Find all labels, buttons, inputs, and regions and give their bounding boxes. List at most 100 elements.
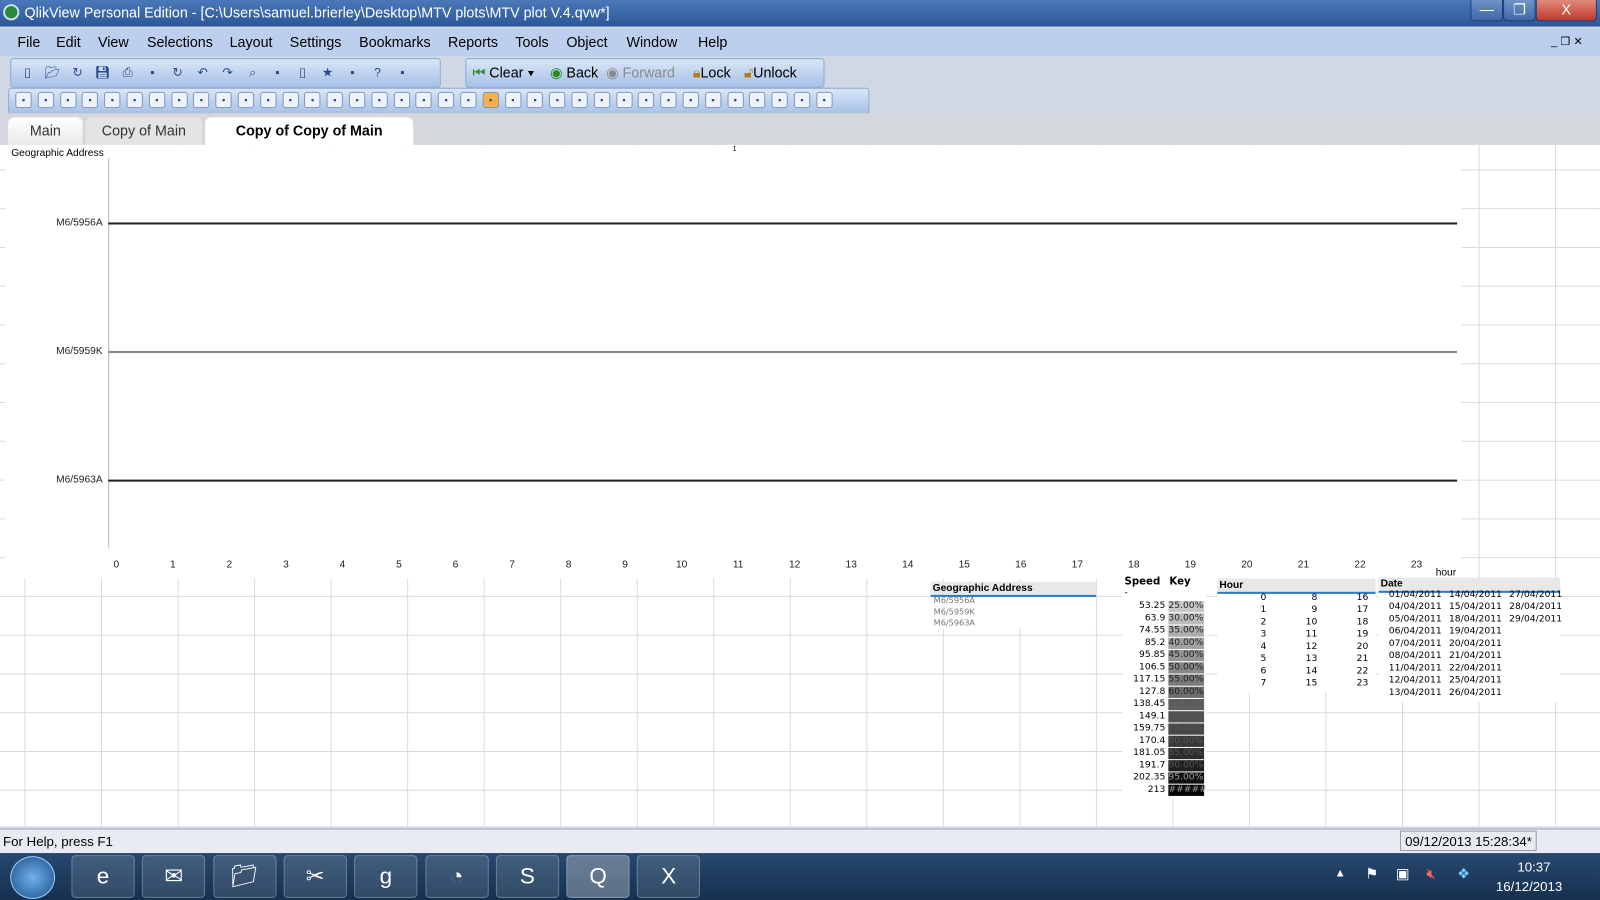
menu-selections[interactable]: Selections: [147, 34, 213, 50]
custom-object-icon[interactable]: ▪: [415, 91, 433, 109]
hour-item[interactable]: 5: [1217, 654, 1266, 664]
date-item[interactable]: 19/04/2011: [1449, 627, 1502, 637]
chart-icon[interactable]: ▪: [193, 91, 210, 109]
space-horizontal-icon[interactable]: ▪: [638, 91, 655, 109]
menu-file[interactable]: File: [17, 34, 40, 50]
hour-item[interactable]: 1: [1217, 605, 1266, 615]
close-button[interactable]: X: [1535, 0, 1597, 22]
hour-item[interactable]: 15: [1268, 679, 1318, 689]
undo-icon[interactable]: ↶: [194, 64, 210, 80]
menu-view[interactable]: View: [98, 34, 129, 50]
save-icon[interactable]: 💾︎: [94, 64, 111, 80]
unlock-button[interactable]: 🔓︎Unlock: [744, 64, 797, 81]
hour-item[interactable]: 12: [1268, 642, 1318, 652]
hour-item[interactable]: 4: [1217, 642, 1266, 652]
reload-icon[interactable]: ↻: [69, 64, 85, 80]
skype-icon[interactable]: S: [495, 855, 559, 898]
action-center-flag-icon[interactable]: ⚑: [1365, 865, 1378, 882]
document-window-controls[interactable]: _ ❐ ✕: [1551, 35, 1583, 48]
menu-bookmarks[interactable]: Bookmarks: [359, 34, 430, 50]
format-painter-icon[interactable]: ▪: [460, 91, 477, 109]
hour-item[interactable]: 18: [1319, 617, 1369, 627]
listbox-item[interactable]: M6/5963A: [934, 618, 975, 627]
current-selections-icon[interactable]: ▪: [269, 64, 285, 80]
listbox-item[interactable]: M6/5956A: [934, 596, 975, 605]
document-properties-icon[interactable]: ▪: [749, 91, 766, 109]
tab-copy-of-main[interactable]: Copy of Main: [85, 117, 203, 145]
adjust-left-icon[interactable]: ▪: [682, 91, 699, 109]
listbox-item[interactable]: M6/5959K: [934, 607, 975, 616]
chart-wizard-icon[interactable]: ▪: [437, 91, 455, 109]
hour-item[interactable]: 3: [1217, 630, 1266, 640]
date-item[interactable]: 18/04/2011: [1449, 614, 1502, 624]
hour-item[interactable]: 9: [1268, 605, 1317, 615]
new-icon[interactable]: ▯: [19, 64, 35, 80]
file-explorer-icon[interactable]: 📁︎: [212, 855, 277, 898]
edit-script-icon[interactable]: ▪: [144, 64, 160, 80]
hour-item[interactable]: 2: [1217, 617, 1266, 627]
new-sheet-icon[interactable]: ▪: [15, 91, 32, 109]
hour-item[interactable]: 7: [1217, 679, 1266, 689]
print-icon[interactable]: ⎙: [119, 64, 135, 80]
hour-item[interactable]: 19: [1319, 630, 1369, 640]
export-icon[interactable]: ▪: [816, 91, 833, 109]
date-listbox[interactable]: Date 01/04/2011 04/04/2011 05/04/2011 06/04…: [1378, 577, 1562, 703]
align-top-icon[interactable]: ▪: [615, 91, 633, 109]
button-icon[interactable]: ▪: [259, 91, 277, 109]
hour-item[interactable]: 11: [1268, 630, 1318, 640]
media-center-icon[interactable]: ◔: [424, 855, 489, 898]
edit-icon[interactable]: ▪: [344, 64, 360, 80]
menu-tools[interactable]: Tools: [515, 34, 548, 50]
menu-help[interactable]: Help: [698, 34, 727, 50]
geographic-address-listbox[interactable]: Geographic Address M6/5956A M6/5959K M6/59…: [930, 581, 1096, 629]
search-object-icon[interactable]: ▪: [371, 91, 388, 109]
menu-settings[interactable]: Settings: [290, 34, 342, 50]
current-selections-box-icon[interactable]: ▪: [237, 91, 255, 109]
tab-main[interactable]: Main: [8, 117, 83, 145]
help-icon[interactable]: ?: [369, 64, 385, 80]
menu-object[interactable]: Object: [566, 34, 607, 50]
date-item[interactable]: 06/04/2011: [1389, 627, 1442, 637]
text-object-icon[interactable]: ▪: [282, 91, 299, 109]
date-item[interactable]: 27/04/2011: [1509, 590, 1562, 600]
show-hidden-icons[interactable]: ▲: [1335, 867, 1346, 879]
lock-button[interactable]: 🔒︎Lock: [693, 64, 731, 81]
input-box-icon[interactable]: ▪: [215, 91, 232, 109]
outlook-icon[interactable]: ✉: [142, 855, 206, 898]
menu-reports[interactable]: Reports: [448, 34, 498, 50]
forward-button[interactable]: ◉ Forward: [606, 64, 675, 81]
date-item[interactable]: 11/04/2011: [1389, 663, 1442, 673]
date-item[interactable]: 29/04/2011: [1509, 614, 1562, 624]
date-item[interactable]: 22/04/2011: [1449, 663, 1502, 673]
date-item[interactable]: 05/04/2011: [1389, 614, 1442, 624]
design-grid-icon[interactable]: ▪: [482, 91, 499, 109]
date-item[interactable]: 01/04/2011: [1389, 590, 1442, 600]
slider-icon[interactable]: ▪: [326, 91, 344, 109]
sheet-props-icon[interactable]: ▪: [771, 91, 788, 109]
promote-sheet-icon[interactable]: ▪: [37, 91, 54, 109]
restore-button[interactable]: ❐: [1503, 0, 1536, 22]
space-vertical-icon[interactable]: ▪: [660, 91, 677, 109]
line-arrow-icon[interactable]: ▪: [304, 91, 321, 109]
align-left-icon[interactable]: ▪: [504, 91, 522, 109]
align-right-icon[interactable]: ▪: [549, 91, 566, 109]
date-item[interactable]: 15/04/2011: [1449, 602, 1502, 612]
hour-item[interactable]: 10: [1268, 617, 1318, 627]
hour-item[interactable]: 23: [1319, 679, 1369, 689]
multibox-icon[interactable]: ▪: [148, 91, 166, 109]
hour-item[interactable]: 14: [1268, 666, 1318, 676]
reload-data-icon[interactable]: ↻: [169, 64, 185, 80]
minimize-button[interactable]: —: [1470, 0, 1504, 22]
hour-item[interactable]: 13: [1268, 654, 1318, 664]
menu-layout[interactable]: Layout: [230, 34, 273, 50]
bookmark-object-icon[interactable]: ▪: [348, 91, 366, 109]
listbox-icon[interactable]: ▪: [104, 91, 121, 109]
bookmark-icon[interactable]: ★: [319, 64, 335, 80]
edit-module-icon[interactable]: ▪: [727, 91, 744, 109]
center-vertical-icon[interactable]: ▪: [593, 91, 610, 109]
clock-time[interactable]: 10:37: [1517, 859, 1550, 874]
snipping-tool-icon[interactable]: ✂: [283, 855, 347, 898]
google-icon[interactable]: g: [354, 855, 418, 898]
hour-item[interactable]: 0: [1217, 593, 1266, 603]
demote-sheet-icon[interactable]: ▪: [59, 91, 77, 109]
